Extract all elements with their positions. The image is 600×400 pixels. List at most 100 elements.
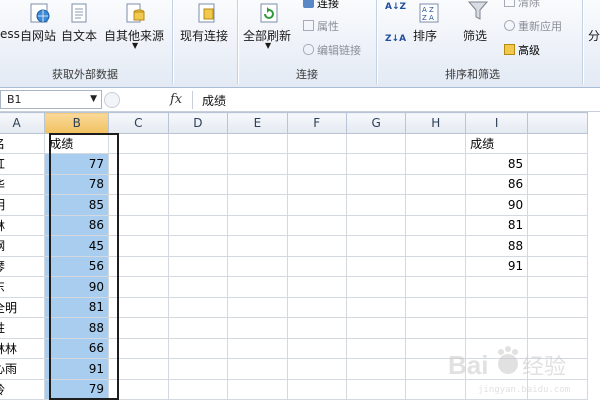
column-header-G[interactable]: G xyxy=(345,112,407,134)
cell-G5[interactable] xyxy=(345,214,407,236)
column-header-H[interactable]: H xyxy=(405,112,467,134)
cell-C11[interactable] xyxy=(108,337,169,359)
chevron-down-icon[interactable]: ▼ xyxy=(90,91,97,108)
cell-F1[interactable] xyxy=(286,132,347,154)
cell-I9[interactable] xyxy=(465,296,529,318)
cell-D3[interactable] xyxy=(167,173,229,195)
cell-H3[interactable] xyxy=(405,173,467,195)
cell-A8[interactable]: 东 xyxy=(0,276,46,298)
cell-F6[interactable] xyxy=(286,235,347,257)
from-access-button[interactable]: ess xyxy=(0,27,20,41)
cell-A3[interactable]: 华 xyxy=(0,173,46,195)
cell-C6[interactable] xyxy=(108,235,169,257)
cell-B11[interactable]: 66 xyxy=(44,337,110,359)
cell-B13[interactable]: 79 xyxy=(44,378,110,400)
cell-I8[interactable] xyxy=(465,276,529,298)
from-text-button[interactable]: 自文本 xyxy=(61,27,97,44)
cell-B8[interactable]: 90 xyxy=(44,276,110,298)
cell-I3[interactable]: 86 xyxy=(465,173,529,195)
cell-C10[interactable] xyxy=(108,317,169,339)
cell-J5[interactable] xyxy=(527,214,588,236)
cell-J9[interactable] xyxy=(527,296,588,318)
cell-F13[interactable] xyxy=(286,378,347,400)
cell-I6[interactable]: 88 xyxy=(465,235,529,257)
cell-H2[interactable] xyxy=(405,153,467,175)
column-header-J[interactable] xyxy=(527,112,588,134)
cell-D13[interactable] xyxy=(167,378,229,400)
cell-E4[interactable] xyxy=(227,194,288,216)
cell-D1[interactable] xyxy=(167,132,229,154)
cell-F4[interactable] xyxy=(286,194,347,216)
sort-button[interactable]: 排序 xyxy=(413,27,437,44)
cell-G12[interactable] xyxy=(345,358,407,380)
name-box[interactable]: B1 ▼ xyxy=(0,90,102,109)
cell-A5[interactable]: 林 xyxy=(0,214,46,236)
properties-button[interactable]: 属性 xyxy=(303,18,339,34)
cell-J6[interactable] xyxy=(527,235,588,257)
cell-E5[interactable] xyxy=(227,214,288,236)
cell-G9[interactable] xyxy=(345,296,407,318)
cell-F2[interactable] xyxy=(286,153,347,175)
column-header-C[interactable]: C xyxy=(108,112,169,134)
edit-links-button[interactable]: 编辑链接 xyxy=(303,42,361,58)
formula-input[interactable]: 成绩 xyxy=(202,92,226,109)
column-header-E[interactable]: E xyxy=(227,112,288,134)
cell-D8[interactable] xyxy=(167,276,229,298)
formula-bar-grip[interactable] xyxy=(104,92,120,108)
cell-F12[interactable] xyxy=(286,358,347,380)
cell-G6[interactable] xyxy=(345,235,407,257)
advanced-filter-button[interactable]: 高级 xyxy=(504,42,540,58)
cell-A7[interactable]: 琴 xyxy=(0,255,46,277)
cell-F5[interactable] xyxy=(286,214,347,236)
cell-G7[interactable] xyxy=(345,255,407,277)
cell-I1[interactable]: 成绩 xyxy=(465,132,529,154)
cell-F8[interactable] xyxy=(286,276,347,298)
cell-A6[interactable]: 钢 xyxy=(0,235,46,257)
cell-D5[interactable] xyxy=(167,214,229,236)
column-header-F[interactable]: F xyxy=(286,112,347,134)
cell-G1[interactable] xyxy=(345,132,407,154)
cell-C4[interactable] xyxy=(108,194,169,216)
cell-A1[interactable]: 名 xyxy=(0,132,46,154)
cell-E1[interactable] xyxy=(227,132,288,154)
cell-J8[interactable] xyxy=(527,276,588,298)
cell-C7[interactable] xyxy=(108,255,169,277)
cell-A12[interactable]: 心雨 xyxy=(0,358,46,380)
cell-D12[interactable] xyxy=(167,358,229,380)
column-header-I[interactable]: I xyxy=(465,112,529,134)
cell-I2[interactable]: 85 xyxy=(465,153,529,175)
cell-G10[interactable] xyxy=(345,317,407,339)
cell-F9[interactable] xyxy=(286,296,347,318)
cell-A2[interactable]: 红 xyxy=(0,153,46,175)
cell-G11[interactable] xyxy=(345,337,407,359)
cell-H8[interactable] xyxy=(405,276,467,298)
cell-B7[interactable]: 56 xyxy=(44,255,110,277)
cell-G8[interactable] xyxy=(345,276,407,298)
cell-H9[interactable] xyxy=(405,296,467,318)
column-header-A[interactable]: A xyxy=(0,112,46,134)
cell-G4[interactable] xyxy=(345,194,407,216)
cell-E8[interactable] xyxy=(227,276,288,298)
cell-J2[interactable] xyxy=(527,153,588,175)
cell-B10[interactable]: 88 xyxy=(44,317,110,339)
clear-filter-button[interactable]: 清除 xyxy=(504,0,540,10)
sort-az-button[interactable]: A↓Z xyxy=(385,2,406,12)
cell-I4[interactable]: 90 xyxy=(465,194,529,216)
cell-F7[interactable] xyxy=(286,255,347,277)
cell-A4[interactable]: 明 xyxy=(0,194,46,216)
split-button[interactable]: 分 xyxy=(588,27,600,44)
cell-E10[interactable] xyxy=(227,317,288,339)
cell-B1[interactable]: 成绩 xyxy=(44,132,110,154)
cell-A13[interactable]: 玲 xyxy=(0,378,46,400)
cell-J1[interactable] xyxy=(527,132,588,154)
cell-A11[interactable]: 林林 xyxy=(0,337,46,359)
cell-D7[interactable] xyxy=(167,255,229,277)
cell-H5[interactable] xyxy=(405,214,467,236)
cell-F10[interactable] xyxy=(286,317,347,339)
cell-C13[interactable] xyxy=(108,378,169,400)
cell-G3[interactable] xyxy=(345,173,407,195)
cell-I7[interactable]: 91 xyxy=(465,255,529,277)
cell-D6[interactable] xyxy=(167,235,229,257)
sort-za-button[interactable]: Z↓A xyxy=(385,34,406,44)
cell-C5[interactable] xyxy=(108,214,169,236)
